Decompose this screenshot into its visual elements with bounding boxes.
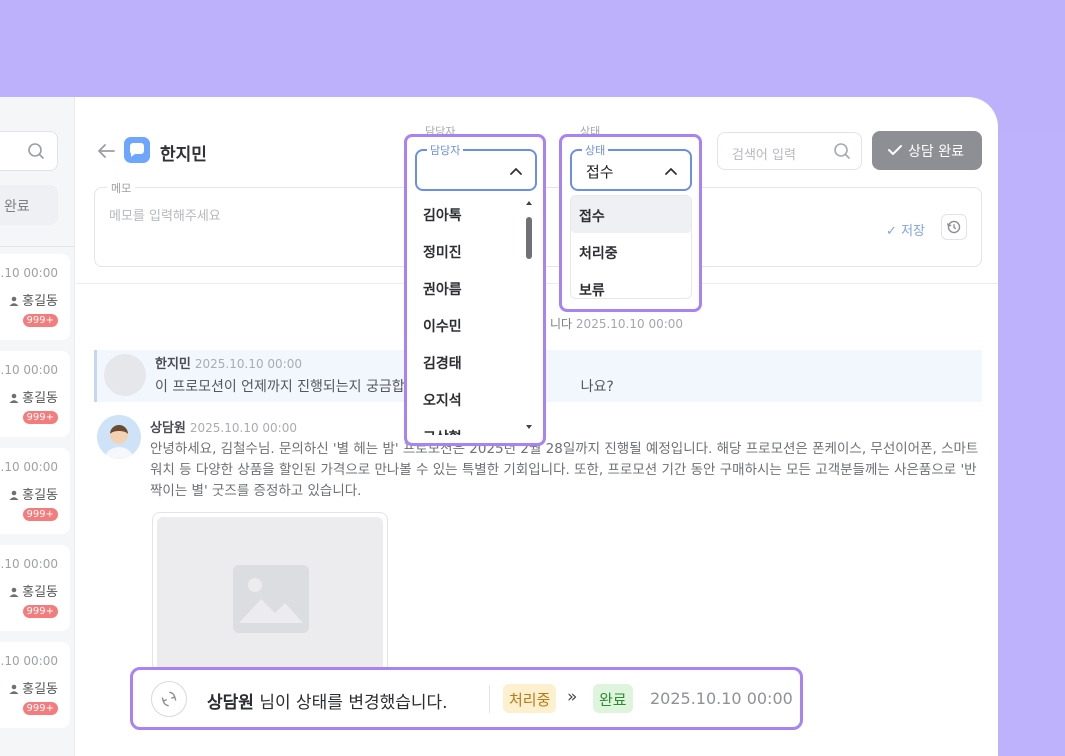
owner-select-label: 담당자 — [427, 142, 464, 158]
owner-option[interactable]: 이수민 — [415, 306, 525, 343]
transition-arrow: » — [567, 687, 578, 707]
list-item-time: 0.10 00:00 — [0, 654, 58, 668]
status-option[interactable]: 보류 — [571, 270, 691, 307]
status-badge-to: 완료 — [593, 684, 633, 713]
list-item[interactable]: 0.10 00:00 홍길동 999+ — [0, 642, 70, 728]
message-search-input[interactable]: 검색어 입력 — [717, 132, 862, 170]
owner-option[interactable]: 고상혁 — [415, 417, 525, 435]
list-search-box[interactable] — [0, 131, 58, 171]
toast-timestamp: 2025.10.10 00:00 — [650, 689, 793, 708]
complete-button-label: 상담 완료 — [908, 144, 964, 160]
list-divider — [0, 246, 75, 247]
user-icon — [9, 490, 19, 500]
list-item-assignee: 홍길동 — [9, 484, 58, 503]
owner-dropdown[interactable]: 담당자 김아톡 정미진 권아름 이수민 김경태 오지석 고상혁 — [404, 134, 546, 446]
user-icon — [9, 684, 19, 694]
unread-badge: 999+ — [22, 605, 58, 618]
list-item[interactable]: 0.10 00:00 홍길동 999+ — [0, 351, 70, 437]
message-author: 한지민 2025.10.10 00:00 — [155, 357, 302, 372]
back-arrow-icon[interactable] — [96, 141, 116, 161]
list-item-time: 0.10 00:00 — [0, 557, 58, 571]
list-item-time: 0.10 00:00 — [0, 460, 58, 474]
chat-list-panel: 완료 0.10 00:00 홍길동 999+ 0.10 00:00 홍길동 99… — [0, 97, 75, 756]
image-icon — [233, 565, 309, 633]
agent-avatar — [97, 415, 141, 459]
chevron-up-icon[interactable] — [664, 166, 678, 176]
chat-bubble-icon — [124, 137, 150, 163]
status-change-toast: 상담원 님이 상태를 변경했습니다. 처리중 » 완료 2025.10.10 0… — [130, 667, 803, 730]
search-placeholder: 검색어 입력 — [732, 148, 796, 163]
unread-badge: 999+ — [22, 508, 58, 521]
owner-option[interactable]: 정미진 — [415, 232, 525, 269]
message-author: 상담원 2025.10.10 00:00 — [150, 421, 297, 436]
status-select-label: 상태 — [582, 142, 609, 158]
customer-name: 한지민 — [160, 145, 207, 165]
customer-avatar — [104, 354, 146, 396]
search-icon — [28, 143, 45, 160]
status-dropdown[interactable]: 상태 접수 접수 처리중 보류 — [559, 134, 702, 312]
owner-option[interactable]: 오지석 — [415, 380, 525, 417]
list-item[interactable]: 0.10 00:00 홍길동 999+ — [0, 448, 70, 534]
unread-badge: 999+ — [22, 411, 58, 424]
status-option-selected[interactable]: 접수 — [571, 196, 691, 233]
status-filter-chip[interactable]: 완료 — [0, 185, 58, 225]
owner-option[interactable]: 김경태 — [415, 343, 525, 380]
owner-select[interactable]: 담당자 — [415, 142, 537, 191]
status-badge-from: 처리중 — [503, 684, 557, 713]
status-select-value: 접수 — [586, 163, 614, 181]
owner-option[interactable]: 권아름 — [415, 269, 525, 306]
scrollbar-thumb[interactable] — [526, 217, 532, 259]
status-option[interactable]: 처리중 — [571, 233, 691, 270]
system-message: 니다 2025.10.10 00:00 — [550, 317, 684, 331]
unread-badge: 999+ — [22, 702, 58, 715]
memo-save-button[interactable]: ✓ 저장 — [886, 220, 925, 239]
toast-divider — [489, 685, 490, 713]
search-icon[interactable] — [833, 142, 851, 160]
toast-message: 상담원 님이 상태를 변경했습니다. — [207, 693, 448, 713]
list-item[interactable]: 0.10 00:00 홍길동 999+ — [0, 545, 70, 631]
user-icon — [9, 296, 19, 306]
list-item-assignee: 홍길동 — [9, 581, 58, 600]
list-item[interactable]: 0.10 00:00 홍길동 999+ — [0, 254, 70, 340]
list-item-assignee: 홍길동 — [9, 678, 58, 697]
owner-option[interactable]: 김아톡 — [415, 195, 525, 232]
unread-badge: 999+ — [22, 314, 58, 327]
memo-label: 메모 — [107, 180, 136, 196]
message-text: 안녕하세요, 김철수님. 문의하신 '별 헤는 밤' 프로모션은 2025년 2… — [150, 441, 979, 499]
owner-option-list: 김아톡 정미진 권아름 이수민 김경태 오지석 고상혁 — [415, 195, 525, 435]
chevron-up-icon[interactable] — [509, 166, 523, 176]
memo-placeholder: 메모를 입력해주세요 — [109, 209, 221, 224]
list-item-assignee: 홍길동 — [9, 387, 58, 406]
user-icon — [9, 587, 19, 597]
history-icon[interactable] — [941, 214, 967, 240]
check-icon — [888, 145, 902, 155]
user-icon — [9, 393, 19, 403]
status-option-list: 접수 처리중 보류 — [570, 195, 692, 299]
list-item-assignee: 홍길동 — [9, 290, 58, 309]
list-item-time: 0.10 00:00 — [0, 266, 58, 280]
refresh-icon — [151, 681, 187, 717]
complete-consultation-button[interactable]: 상담 완료 — [872, 131, 982, 170]
list-item-time: 0.10 00:00 — [0, 363, 58, 377]
status-select[interactable]: 상태 접수 — [570, 142, 692, 191]
